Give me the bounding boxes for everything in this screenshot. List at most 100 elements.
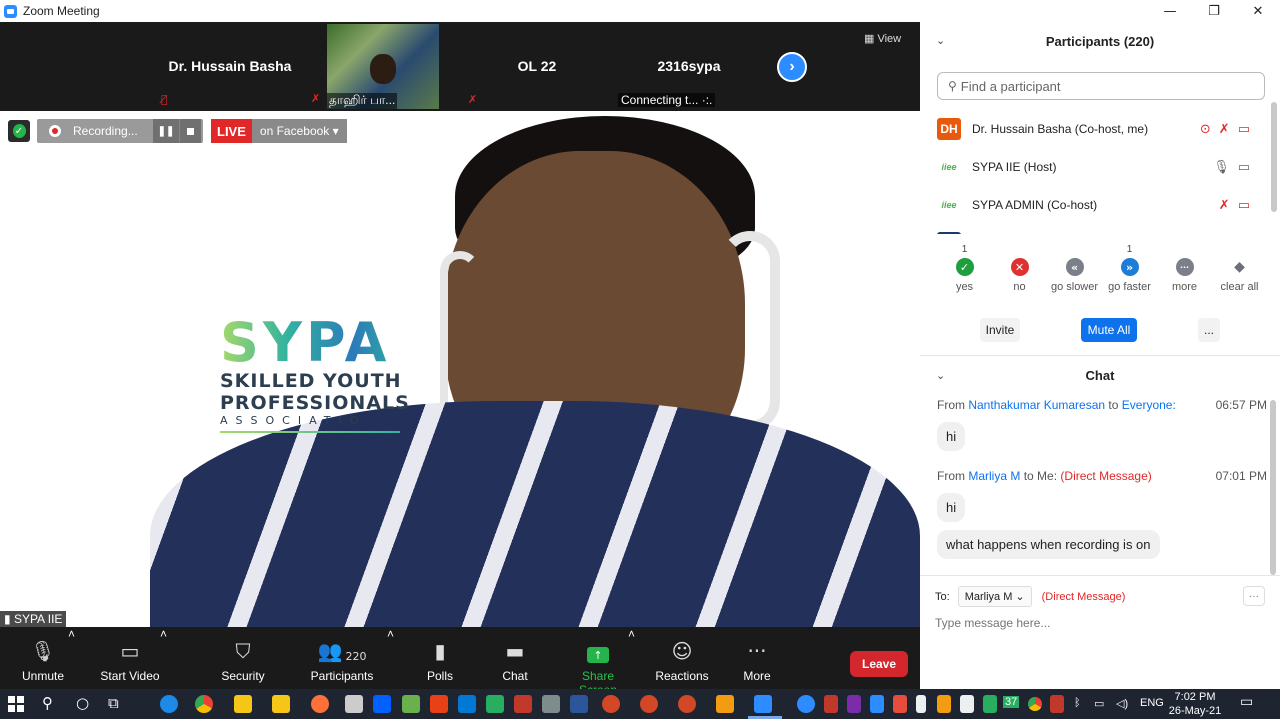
- polls-button[interactable]: ▮ Polls: [415, 627, 465, 689]
- view-button[interactable]: ▦ View: [864, 32, 901, 45]
- video-options-caret[interactable]: ˄: [160, 627, 167, 689]
- share-options-caret[interactable]: ˄: [628, 627, 635, 689]
- invite-button[interactable]: Invite: [980, 318, 1020, 342]
- chat-button[interactable]: ▬ Chat: [490, 627, 540, 689]
- leave-button[interactable]: Leave: [850, 651, 908, 677]
- zoom-tray-icon[interactable]: [870, 695, 884, 713]
- tray-badge[interactable]: 37: [1003, 696, 1020, 708]
- zoom-icon[interactable]: [754, 695, 772, 713]
- share-screen-button[interactable]: ↑ Share Screen: [563, 627, 633, 697]
- app-icon[interactable]: [486, 695, 504, 713]
- participant-row[interactable]: DH Dr. Hussain Basha (Co-host, me) ⊙ ✗ ▭: [920, 110, 1270, 148]
- store-icon[interactable]: [345, 695, 363, 713]
- mute-all-button[interactable]: Mute All: [1081, 318, 1137, 342]
- close-button[interactable]: ✕: [1236, 0, 1280, 22]
- next-page-button[interactable]: ›: [777, 52, 807, 82]
- feedback-no[interactable]: ✕ no: [992, 244, 1047, 304]
- download-icon[interactable]: [430, 695, 448, 713]
- start-video-button[interactable]: ▭ Start Video: [96, 627, 164, 689]
- to-label: to: [1108, 398, 1119, 412]
- bluetooth-icon[interactable]: ᛒ: [1074, 697, 1081, 709]
- video-off-icon: ▭: [1237, 197, 1250, 213]
- chat-more-button[interactable]: ···: [1243, 586, 1265, 606]
- help-icon[interactable]: [797, 695, 815, 713]
- task-view-icon[interactable]: ⧉: [108, 694, 119, 712]
- participant-search[interactable]: ⚲ Find a participant: [937, 72, 1265, 100]
- unmute-button[interactable]: 🎙 Unmute: [12, 627, 74, 689]
- feedback-more[interactable]: ··· more: [1157, 244, 1212, 304]
- pause-recording-button[interactable]: ❚❚: [153, 119, 179, 143]
- onenote-icon[interactable]: [847, 695, 861, 713]
- search-icon: ⚲: [948, 79, 957, 93]
- participants-more-button[interactable]: ...: [1198, 318, 1220, 342]
- powerpoint-icon[interactable]: [640, 695, 658, 713]
- mic-tray-icon[interactable]: [916, 695, 926, 713]
- message-sender[interactable]: Marliya M: [968, 469, 1020, 483]
- feedback-go-faster[interactable]: 1 » go faster: [1102, 244, 1157, 304]
- tray-app-icon[interactable]: [824, 695, 838, 713]
- cortana-icon[interactable]: ○: [76, 694, 89, 712]
- video-tile[interactable]: Dr. Hussain Basha 🎙̸: [155, 24, 305, 109]
- firefox-icon[interactable]: [311, 695, 329, 713]
- powerpoint-icon[interactable]: [602, 695, 620, 713]
- live-target-dropdown[interactable]: on Facebook ▾: [251, 119, 347, 143]
- message-input[interactable]: [935, 616, 1265, 630]
- notes-icon[interactable]: [234, 695, 252, 713]
- windows-start-icon[interactable]: [8, 696, 24, 712]
- maximize-button[interactable]: ❐: [1192, 0, 1236, 22]
- participants-scrollbar[interactable]: [1271, 102, 1277, 235]
- more-button[interactable]: ··· More: [735, 627, 779, 689]
- rewind-icon: «: [1065, 258, 1084, 276]
- feedback-yes[interactable]: 1 ✓ yes: [937, 244, 992, 304]
- network-icon[interactable]: ▭: [1094, 697, 1104, 710]
- reactions-button[interactable]: ☺ Reactions: [652, 627, 712, 689]
- participant-row[interactable]: 2 2316: [920, 224, 1270, 234]
- powerpoint-icon[interactable]: [678, 695, 696, 713]
- mail-icon[interactable]: [458, 695, 476, 713]
- app-icon[interactable]: [542, 695, 560, 713]
- participant-status: ⊙ ✗ ▭: [1200, 122, 1250, 137]
- video-tile[interactable]: 2316sypa Connecting t... ·:.: [614, 24, 764, 109]
- mic-muted-icon: ✗: [468, 93, 478, 106]
- participant-list: DH Dr. Hussain Basha (Co-host, me) ⊙ ✗ ▭…: [920, 110, 1270, 234]
- video-tile-photo[interactable]: தாஹிர் பா...: [327, 24, 439, 109]
- tray-app-icon[interactable]: [893, 695, 907, 713]
- feedback-go-slower[interactable]: « go slower: [1047, 244, 1102, 304]
- app-icon[interactable]: [514, 695, 532, 713]
- participant-row[interactable]: iiee SYPA ADMIN (Co-host) ✗ ▭: [920, 186, 1270, 224]
- vlc-tray-icon[interactable]: [937, 695, 951, 713]
- edge-icon[interactable]: [160, 695, 178, 713]
- message-sender[interactable]: Nanthakumar Kumaresan: [968, 398, 1105, 412]
- minimize-button[interactable]: —: [1148, 0, 1192, 22]
- stop-recording-button[interactable]: [179, 119, 201, 143]
- recipient-select[interactable]: Marliya M ⌄: [957, 586, 1032, 607]
- chrome-icon[interactable]: [195, 695, 213, 713]
- feedback-clear-all[interactable]: ◆ clear all: [1212, 244, 1267, 304]
- encryption-shield-icon[interactable]: [8, 120, 30, 142]
- participant-status: ✗ ▭: [1219, 198, 1250, 213]
- vlc-icon[interactable]: [716, 695, 734, 713]
- participants-button[interactable]: 👥 220 Participants: [305, 627, 379, 689]
- search-icon[interactable]: ⚲: [42, 694, 53, 712]
- notifications-icon[interactable]: ▭: [1240, 694, 1253, 710]
- audio-options-caret[interactable]: ˄: [68, 627, 75, 689]
- participant-row[interactable]: iiee SYPA IIE (Host) 🎙 ▭: [920, 148, 1270, 186]
- video-tile[interactable]: OL 22 ✗: [462, 24, 612, 109]
- chrome-tray-icon[interactable]: [1028, 697, 1042, 711]
- nonverbal-feedback: 1 ✓ yes ✕ no « go slower 1 » go faster ·…: [937, 244, 1267, 304]
- file-explorer-icon[interactable]: [272, 695, 290, 713]
- more-icon: ···: [1175, 258, 1194, 276]
- volume-icon[interactable]: ◁): [1116, 697, 1128, 710]
- security-button[interactable]: ⛉ Security: [213, 627, 273, 689]
- dropbox-icon[interactable]: [373, 695, 391, 713]
- chat-scrollbar[interactable]: [1270, 400, 1276, 575]
- clock[interactable]: 7:02 PM 26-May-21: [1168, 690, 1222, 718]
- language-indicator[interactable]: ENG: [1140, 697, 1164, 709]
- photos-icon[interactable]: [402, 695, 420, 713]
- word-icon[interactable]: [570, 695, 588, 713]
- participants-options-caret[interactable]: ˄: [387, 627, 394, 689]
- start-video-label: Start Video: [100, 669, 160, 683]
- tray-app-icon[interactable]: [1050, 695, 1064, 713]
- tray-app-icon[interactable]: [983, 695, 997, 713]
- tray-app-icon[interactable]: [960, 695, 974, 713]
